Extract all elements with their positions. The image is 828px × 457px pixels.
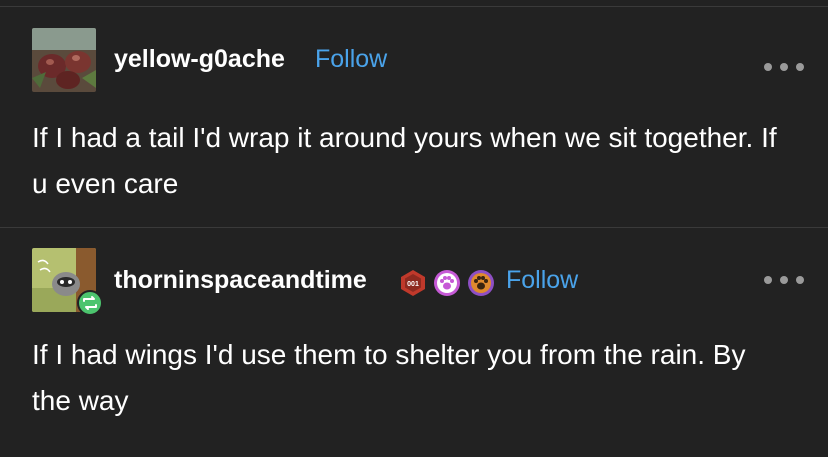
more-dot (764, 276, 772, 284)
follow-button[interactable]: Follow (506, 266, 578, 295)
paw-badge-orange-icon[interactable] (466, 268, 496, 298)
reblog-icon (77, 290, 103, 316)
post-body: If I had a tail I'd wrap it around yours… (32, 122, 777, 199)
more-dot (780, 276, 788, 284)
more-dot (764, 63, 772, 71)
username[interactable]: yellow-g0ache (114, 45, 285, 74)
avatar[interactable] (32, 28, 96, 92)
avatar-image (32, 28, 96, 92)
more-dot (796, 276, 804, 284)
badge-label: 001 (407, 281, 419, 288)
more-dot (780, 63, 788, 71)
more-options-icon[interactable] (764, 272, 804, 288)
more-options-icon[interactable] (764, 59, 804, 75)
post-item: thorninspaceandtime 001 Follow If I had … (0, 228, 828, 457)
more-dot (796, 63, 804, 71)
post-body: If I had wings I'd use them to shelter y… (32, 339, 746, 416)
red-hexagon-badge-icon[interactable]: 001 (398, 268, 428, 298)
paw-badge-pink-icon[interactable] (432, 268, 462, 298)
follow-button[interactable]: Follow (315, 45, 387, 74)
username[interactable]: thorninspaceandtime (114, 266, 367, 295)
post-item: yellow-g0ache Follow If I had a tail I'd… (0, 7, 828, 227)
